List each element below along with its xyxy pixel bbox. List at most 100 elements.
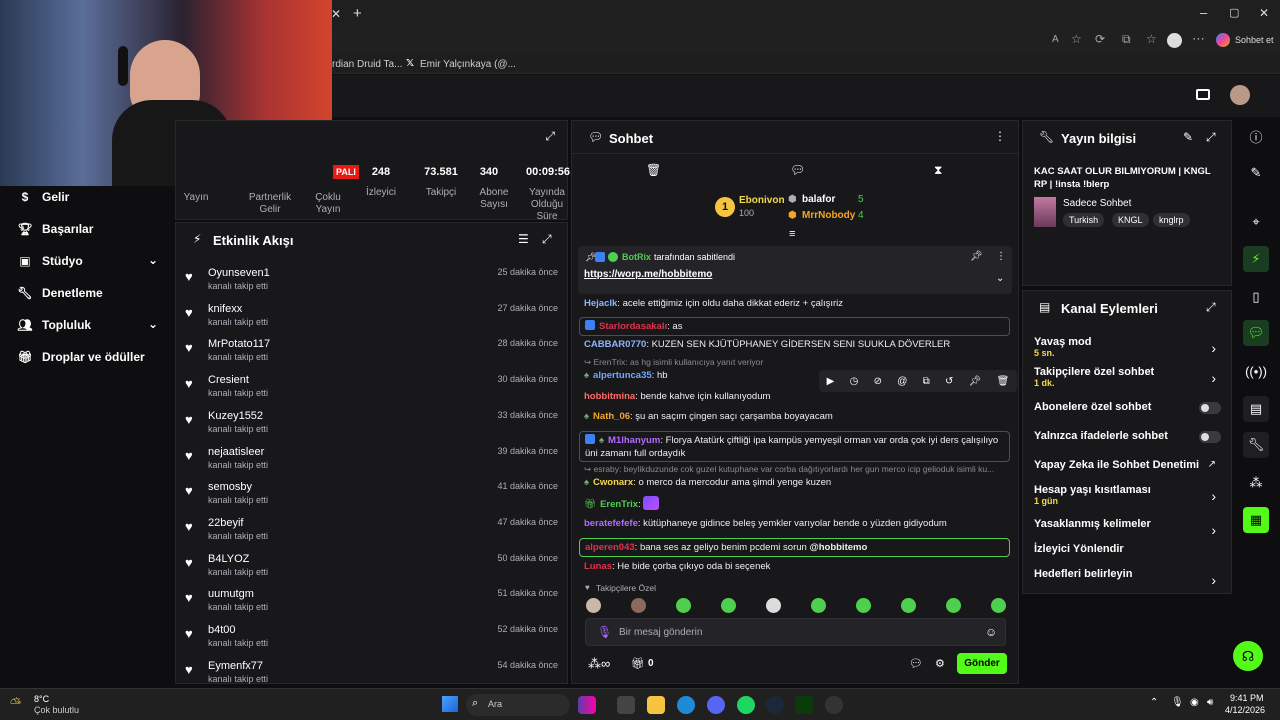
window-close-icon[interactable]: ✕: [1259, 6, 1269, 20]
emoji-icon[interactable]: ☺: [985, 625, 997, 639]
channel-actions-icon[interactable]: ▤: [1243, 396, 1269, 422]
chat-username[interactable]: Nath_06: [593, 411, 630, 422]
chevron-up-icon[interactable]: ⌃: [1150, 697, 1158, 708]
emote-icon[interactable]: [856, 598, 871, 613]
edit-pencil-icon[interactable]: ✎: [1243, 160, 1269, 186]
chat-reply-context[interactable]: ↪ ErenTrix: as hg isimli kullanıcıya yan…: [584, 356, 1009, 369]
chat-message[interactable]: Hejaclk: acele ettiğimiz için oldu daha …: [584, 297, 1009, 310]
popout-icon[interactable]: ⤢: [1206, 130, 1216, 145]
sidebar-item-topluluk[interactable]: 👥︎ Topluluk ⌄: [0, 309, 174, 341]
studio-icon[interactable]: [1196, 89, 1210, 100]
popout-icon[interactable]: ⤢: [542, 232, 552, 247]
copilot-icon[interactable]: [1216, 33, 1230, 47]
media-icon[interactable]: ▦: [1243, 507, 1269, 533]
chat-message[interactable]: Lunas: He bide çorba çıkıyo oda bi seçen…: [584, 560, 1009, 573]
settings-gear-icon[interactable]: ⚙: [935, 657, 945, 670]
chat-username[interactable]: CABBAR0770: [584, 339, 646, 350]
chat-message[interactable]: ♠ Nath_06: şu an saçım çingen saçı çarşam…: [584, 410, 1009, 423]
chat-username[interactable]: M1lhanyum: [608, 435, 660, 446]
spotify-icon[interactable]: [737, 696, 755, 714]
channel-action-item[interactable]: Hesap yaşı kısıtlaması 1 gün ›: [1034, 484, 1224, 512]
chat-reply-context[interactable]: ↪ esraby: beylikduzunde cok guzel kutuph…: [584, 463, 1009, 476]
new-tab-icon[interactable]: +: [353, 5, 362, 22]
info-icon[interactable]: ⓘ: [1243, 123, 1269, 149]
trash-icon[interactable]: 🗑︎: [646, 163, 661, 177]
taskbar-search[interactable]: ⌕ Ara: [466, 694, 570, 716]
channel-action-item[interactable]: Yalnızca ifadelerle sohbet: [1034, 430, 1224, 458]
channel-action-item[interactable]: Takipçilere özel sohbet 1 dk. ›: [1034, 366, 1224, 394]
emote-icon[interactable]: [631, 598, 646, 613]
microphone-icon[interactable]: 🎙︎: [597, 625, 612, 639]
activity-item[interactable]: ♥ 22beyif kanalı takip etti 47 dakika önce: [185, 517, 560, 552]
emote-icon[interactable]: [766, 598, 781, 613]
gift-icon[interactable]: 🎁︎: [631, 657, 645, 670]
favorites-icon[interactable]: ☆: [1146, 32, 1157, 46]
chat-message[interactable]: 🎁︎ ErenTrix:: [584, 496, 1009, 511]
tag-chip[interactable]: KNGL: [1112, 213, 1149, 227]
chat-username[interactable]: alperen043: [585, 542, 635, 553]
extension-icon[interactable]: ⟳: [1095, 32, 1105, 46]
timeout-icon[interactable]: ◷: [850, 376, 859, 387]
popout-icon[interactable]: ⤢: [1206, 300, 1216, 315]
volume-icon[interactable]: 🔊︎: [1207, 697, 1213, 708]
profile-icon[interactable]: [1167, 33, 1182, 48]
lightning-icon[interactable]: ⚡︎: [1243, 246, 1269, 272]
discord-icon[interactable]: [707, 696, 725, 714]
user-avatar[interactable]: [1230, 85, 1250, 105]
microphone-icon[interactable]: 🎙︎: [1171, 697, 1184, 708]
activity-item[interactable]: ♥ semosby kanalı takip etti 41 dakika önce: [185, 481, 560, 516]
windows-start-icon[interactable]: [442, 696, 458, 712]
broadcast-icon[interactable]: ((•)): [1243, 358, 1269, 384]
minimize-icon[interactable]: –: [1200, 5, 1207, 20]
chat-input-box[interactable]: 🎙︎ Bir mesaj gönderin ☺: [585, 618, 1006, 646]
pinned-link[interactable]: https://worp.me/hobbitemo: [584, 269, 712, 280]
maximize-icon[interactable]: ▢: [1229, 6, 1239, 19]
collapse-icon[interactable]: ≡: [789, 228, 795, 240]
activity-item[interactable]: ♥ nejaatisleer kanalı takip etti 39 dakika …: [185, 446, 560, 481]
chat-username[interactable]: Starlordasakalı: [599, 321, 667, 332]
mention-icon[interactable]: @: [897, 376, 907, 387]
copilot-button[interactable]: Sohbet et: [1235, 35, 1274, 45]
channel-action-item[interactable]: İzleyici Yönlendir: [1034, 543, 1224, 571]
task-view-icon[interactable]: [617, 696, 635, 714]
more-options-icon[interactable]: ⋮: [996, 251, 1006, 262]
chat-message[interactable]: alperen043: bana ses az geliyo benim pcd…: [579, 538, 1010, 557]
read-aloud-icon[interactable]: A: [1052, 34, 1059, 45]
bookmark-1[interactable]: rdian Druid Ta...: [332, 59, 402, 70]
chat-message[interactable]: CABBAR0770: KUZEN SEN KJÜTÜPHANEY GİDERS…: [584, 338, 1009, 351]
emote-icon[interactable]: [721, 598, 736, 613]
sidebar-item-studyo[interactable]: ▣ Stüdyo ⌄: [0, 245, 174, 277]
tag-chip[interactable]: knglrp: [1153, 213, 1190, 227]
chat-username[interactable]: Hejaclk: [584, 298, 617, 309]
emote-icon[interactable]: [946, 598, 961, 613]
bookmark-2[interactable]: Emir Yalçınkaya (@...: [420, 59, 516, 70]
more-options-icon[interactable]: ⋮: [994, 129, 1006, 143]
chat-icon[interactable]: 💬︎: [909, 657, 923, 670]
play-icon[interactable]: ▶: [827, 376, 835, 387]
chat-username[interactable]: hobbitmina: [584, 391, 635, 402]
chat-icon[interactable]: 💬︎: [790, 163, 805, 177]
app-icon[interactable]: [795, 696, 813, 714]
hourglass-icon[interactable]: ⧗: [934, 163, 942, 178]
activity-item[interactable]: ♥ b4t00 kanalı takip etti 52 dakika önce: [185, 624, 560, 659]
sidebar-item-denetleme[interactable]: 🔧︎ Denetleme: [0, 277, 102, 309]
activity-item[interactable]: ♥ Oyunseven1 kanalı takip etti 25 dakika ön…: [185, 267, 560, 302]
chat-username[interactable]: Lunas: [584, 561, 612, 572]
popout-icon[interactable]: ⤢: [545, 129, 555, 144]
pin-icon[interactable]: 📌︎: [970, 251, 983, 262]
app-icon[interactable]: [578, 696, 596, 714]
edit-pencil-icon[interactable]: ✎: [1183, 130, 1193, 144]
chat-username[interactable]: Cwonarx: [593, 477, 633, 488]
filter-icon[interactable]: ☰: [518, 232, 529, 246]
network-icon[interactable]: ◉: [1190, 697, 1199, 708]
chat-message[interactable]: beratefefefe: kütüphaneye gidince beleş …: [584, 517, 1009, 530]
favorite-star-icon[interactable]: ☆: [1071, 32, 1082, 46]
emote-icon[interactable]: [676, 598, 691, 613]
chat-username[interactable]: alpertunca35: [593, 370, 652, 381]
obs-icon[interactable]: [825, 696, 843, 714]
chat-message[interactable]: Starlordasakalı: as: [579, 317, 1010, 336]
channel-action-item[interactable]: Yasaklanmış kelimeler ›: [1034, 518, 1224, 546]
chat-message[interactable]: ♠ Cwonarx: o merco da mercodur ama şimdi …: [584, 476, 1009, 489]
channel-action-item[interactable]: Yavaş mod 5 sn. ›: [1034, 336, 1224, 364]
points-icon[interactable]: ⁂: [1243, 470, 1269, 496]
